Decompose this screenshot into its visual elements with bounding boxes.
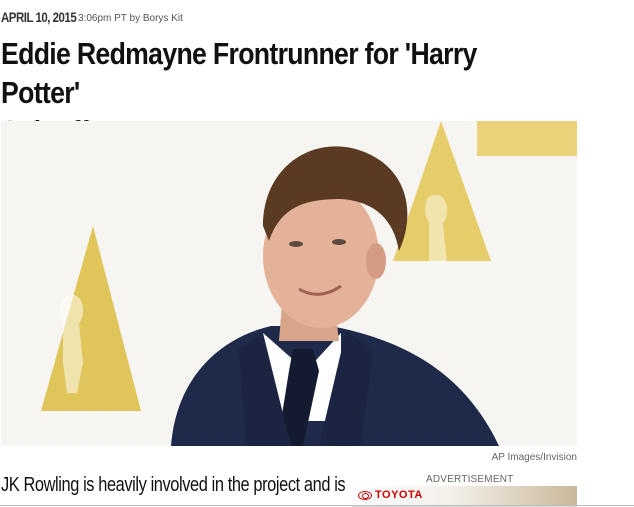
headline-line-1: Eddie Redmayne Frontrunner for 'Harry Po… [1, 36, 477, 110]
ad-brand: TOYOTA [358, 489, 423, 501]
article-date: APRIL 10, 2015 [1, 9, 77, 25]
page-bottom-divider [0, 505, 634, 506]
toyota-logo-icon [358, 490, 372, 500]
hero-photo-illustration [1, 121, 577, 446]
ad-brand-name: TOYOTA [375, 489, 423, 501]
photo-credit: AP Images/Invision [491, 452, 577, 463]
article-time-byline: 3:06pm PT by Borys Kit [78, 13, 183, 24]
article-hero-photo[interactable] [1, 121, 577, 446]
article-dateline: APRIL 10, 2015 3:06pm PT by Borys Kit [1, 9, 183, 29]
article-teaser: JK Rowling is heavily involved in the pr… [1, 474, 346, 496]
advertisement-label: ADVERTISEMENT [426, 474, 514, 485]
advertisement-banner[interactable]: TOYOTA [352, 486, 577, 507]
